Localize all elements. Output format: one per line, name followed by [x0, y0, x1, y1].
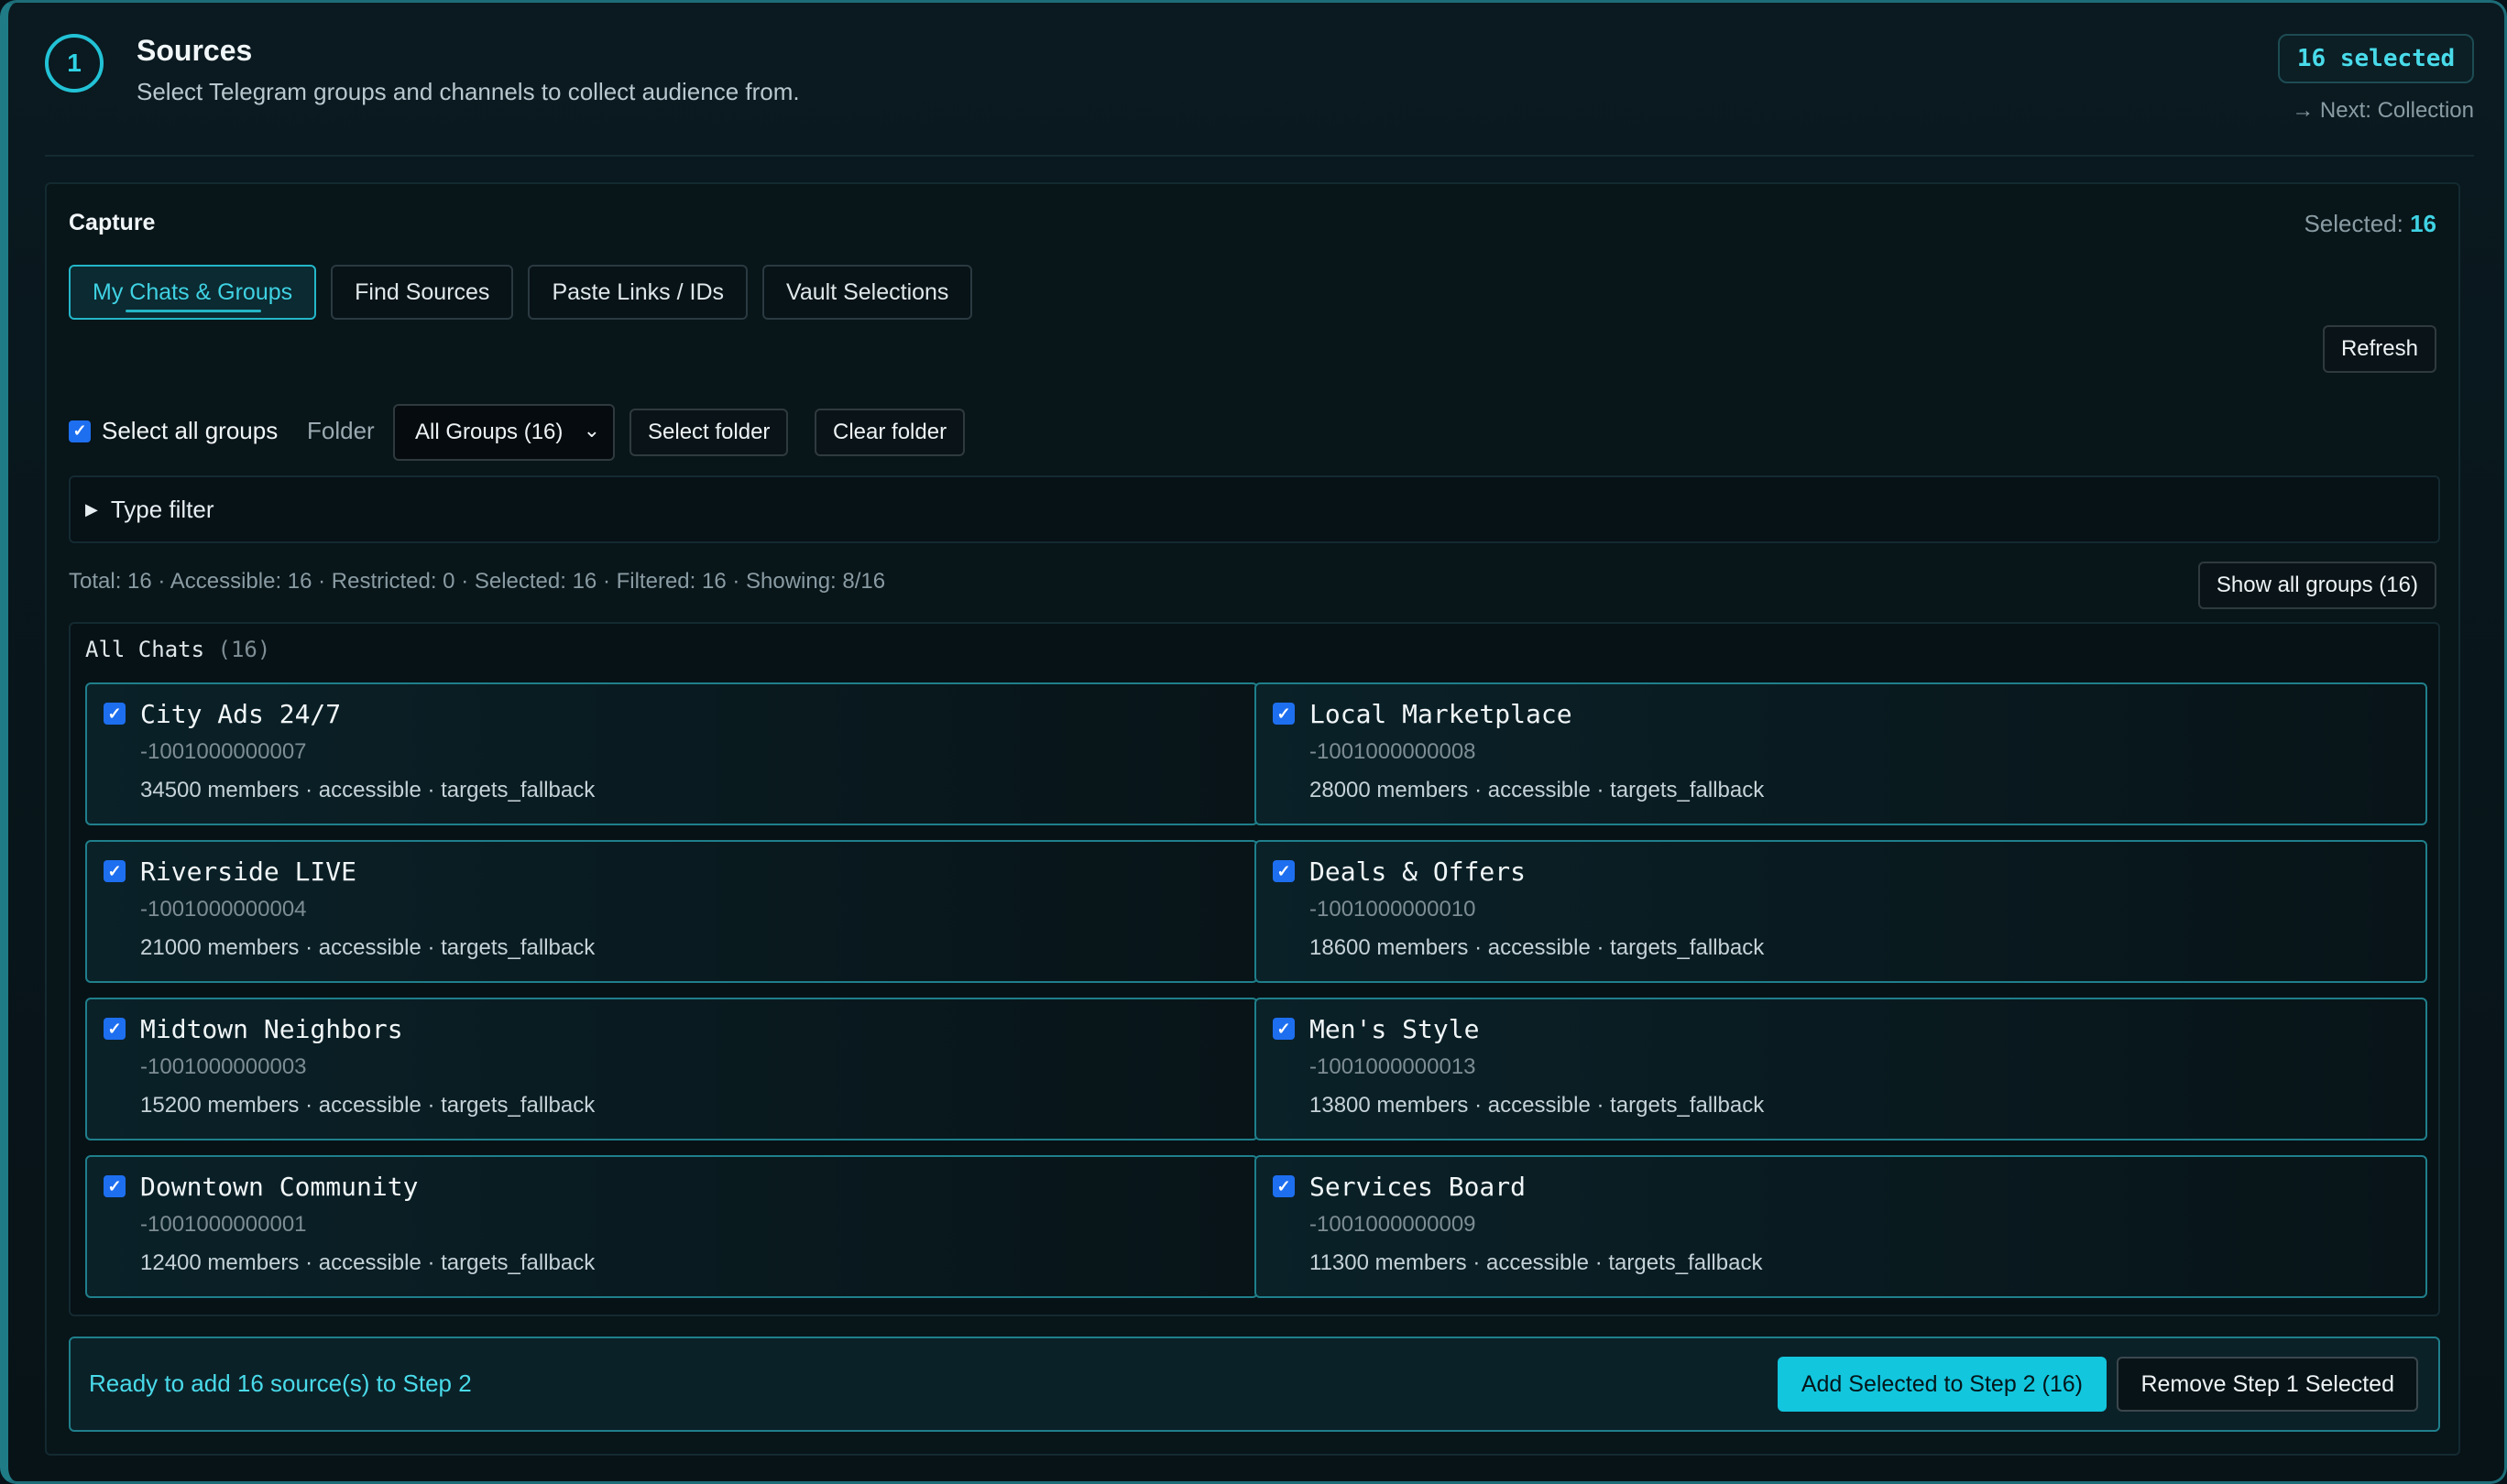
add-selected-button[interactable]: Add Selected to Step 2 (16): [1777, 1357, 2107, 1412]
chat-meta: 15200 members · accessible · targets_fal…: [140, 1093, 596, 1118]
disclosure-triangle-icon: ▶: [85, 499, 98, 518]
capture-panel: Capture Selected: 16 My Chats & Groups F…: [45, 182, 2460, 1456]
folder-dropdown-value: All Groups (16): [415, 420, 564, 444]
capture-title: Capture: [69, 210, 156, 235]
chat-name: Local Marketplace: [1309, 699, 1572, 729]
chat-checkbox[interactable]: ✓: [1273, 1175, 1295, 1197]
selected-badge: 16 selected: [2278, 34, 2474, 83]
select-folder-button[interactable]: Select folder: [629, 409, 789, 456]
chat-card[interactable]: ✓ Riverside LIVE -1001000000004 21000 me…: [85, 840, 1258, 983]
chat-name: Midtown Neighbors: [140, 1014, 403, 1044]
remove-selected-button[interactable]: Remove Step 1 Selected: [2117, 1357, 2418, 1412]
chat-card[interactable]: ✓ Downtown Community -1001000000001 1240…: [85, 1155, 1258, 1298]
header-divider: [45, 155, 2474, 157]
chat-list-title-text: All Chats: [85, 637, 205, 662]
chat-checkbox[interactable]: ✓: [1273, 703, 1295, 725]
chat-meta: 12400 members · accessible · targets_fal…: [140, 1250, 596, 1275]
chat-id: -1001000000010: [1309, 897, 1476, 922]
tab-find-sources[interactable]: Find Sources: [331, 265, 514, 320]
tab-my-chats-groups[interactable]: My Chats & Groups: [69, 265, 317, 320]
folder-label: Folder: [307, 417, 375, 444]
chat-meta: 11300 members · accessible · targets_fal…: [1309, 1250, 1763, 1275]
type-filter-toggle[interactable]: ▶ Type filter: [69, 475, 2440, 543]
clear-folder-button[interactable]: Clear folder: [815, 409, 966, 456]
source-tabs: My Chats & Groups Find Sources Paste Lin…: [69, 265, 973, 320]
chat-id: -1001000000004: [140, 897, 307, 922]
chat-checkbox[interactable]: ✓: [104, 1018, 126, 1040]
chat-meta: 18600 members · accessible · targets_fal…: [1309, 935, 1765, 960]
chevron-down-icon: ⌄: [583, 419, 600, 442]
chat-card[interactable]: ✓ Men's Style -1001000000013 13800 membe…: [1254, 998, 2427, 1140]
chat-name: City Ads 24/7: [140, 699, 342, 729]
step-indicator: 1: [45, 34, 104, 93]
chat-id: -1001000000001: [140, 1212, 307, 1237]
page-subtitle: Select Telegram groups and channels to c…: [137, 78, 800, 105]
select-all-label: Select all groups: [102, 417, 279, 444]
tab-paste-links-ids[interactable]: Paste Links / IDs: [528, 265, 749, 320]
refresh-button[interactable]: Refresh: [2322, 325, 2436, 373]
page-title: Sources: [137, 34, 253, 67]
chat-id: -1001000000013: [1309, 1054, 1476, 1079]
chat-list-title: All Chats (16): [85, 637, 270, 662]
type-filter-label: Type filter: [110, 495, 214, 523]
chat-card[interactable]: ✓ Deals & Offers -1001000000010 18600 me…: [1254, 840, 2427, 983]
chat-checkbox[interactable]: ✓: [1273, 1018, 1295, 1040]
stats-summary: Total: 16 · Accessible: 16 · Restricted:…: [69, 569, 886, 594]
tab-vault-selections[interactable]: Vault Selections: [762, 265, 973, 320]
chat-id: -1001000000009: [1309, 1212, 1476, 1237]
chat-list-count: (16): [217, 637, 271, 662]
chat-checkbox[interactable]: ✓: [104, 703, 126, 725]
chat-name: Deals & Offers: [1309, 857, 1527, 887]
chat-card[interactable]: ✓ Local Marketplace -1001000000008 28000…: [1254, 682, 2427, 825]
ready-status-text: Ready to add 16 source(s) to Step 2: [89, 1369, 472, 1397]
chat-meta: 21000 members · accessible · targets_fal…: [140, 935, 596, 960]
chat-name: Men's Style: [1309, 1014, 1480, 1044]
step-number: 1: [67, 49, 82, 77]
chat-meta: 28000 members · accessible · targets_fal…: [1309, 778, 1765, 802]
next-step-link[interactable]: → Next: Collection: [2292, 98, 2474, 124]
app-frame: 1 Sources Select Telegram groups and cha…: [0, 0, 2507, 1484]
chat-name: Riverside LIVE: [140, 857, 357, 887]
chat-list: All Chats (16) ✓ City Ads 24/7 -10010000…: [69, 622, 2440, 1316]
selected-label: Selected:: [2304, 210, 2411, 237]
select-all-groups[interactable]: ✓ Select all groups: [69, 417, 278, 445]
chat-card[interactable]: ✓ Services Board -1001000000009 11300 me…: [1254, 1155, 2427, 1298]
chat-name: Downtown Community: [140, 1172, 419, 1202]
chat-checkbox[interactable]: ✓: [104, 1175, 126, 1197]
chat-checkbox[interactable]: ✓: [1273, 860, 1295, 882]
show-all-groups-button[interactable]: Show all groups (16): [2197, 562, 2436, 609]
capture-selected-count: Selected: 16: [2304, 210, 2436, 238]
chat-id: -1001000000003: [140, 1054, 307, 1079]
selected-number: 16: [2410, 210, 2436, 237]
chat-id: -1001000000007: [140, 739, 307, 764]
chat-checkbox[interactable]: ✓: [104, 860, 126, 882]
chat-card[interactable]: ✓ Midtown Neighbors -1001000000003 15200…: [85, 998, 1258, 1140]
chat-name: Services Board: [1309, 1172, 1527, 1202]
chat-card[interactable]: ✓ City Ads 24/7 -1001000000007 34500 mem…: [85, 682, 1258, 825]
chat-meta: 34500 members · accessible · targets_fal…: [140, 778, 596, 802]
select-all-checkbox[interactable]: ✓: [69, 420, 91, 442]
chat-id: -1001000000008: [1309, 739, 1476, 764]
ready-bar: Ready to add 16 source(s) to Step 2 Add …: [69, 1337, 2440, 1432]
folder-dropdown[interactable]: All Groups (16) ⌄: [393, 404, 615, 461]
chat-meta: 13800 members · accessible · targets_fal…: [1309, 1093, 1765, 1118]
